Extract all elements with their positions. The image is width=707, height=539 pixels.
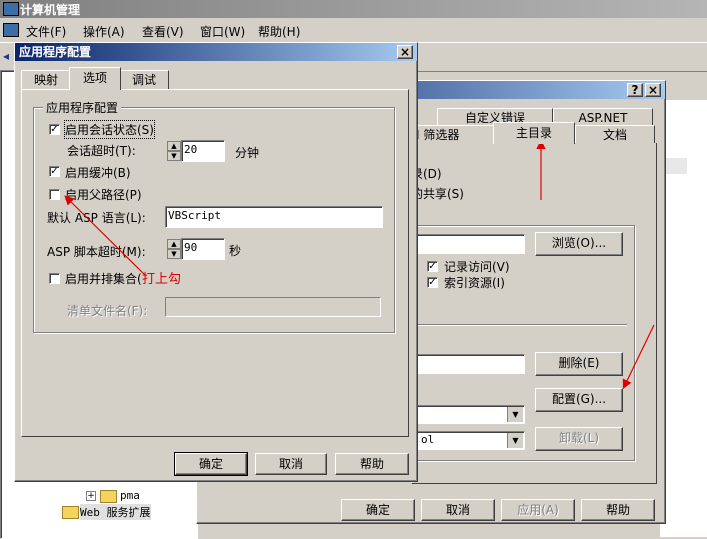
default-lang-label: 默认 ASP 语言(L):	[47, 211, 146, 225]
script-timeout-down[interactable]: ▼	[167, 249, 181, 259]
log-access-label: 记录访问(V)	[444, 260, 510, 274]
browse-button[interactable]: 浏览(O)...	[535, 232, 623, 256]
app-titlebar: 计算机管理	[0, 0, 707, 18]
app-config-dialog: 应用程序配置 × 映射 选项 调试 应用程序配置 ✓ 启用会话状态(S) 会话超…	[14, 42, 418, 482]
tab-isapi-filters[interactable]: I 筛选器	[411, 125, 503, 143]
execute-permissions-combo[interactable]: ▼	[411, 405, 525, 424]
tree-expand-icon[interactable]: +	[86, 491, 96, 501]
app-title: 计算机管理	[20, 3, 81, 17]
enable-parent-paths-label: 启用父路径(P)	[65, 188, 142, 202]
tab-mappings[interactable]: 映射	[21, 70, 71, 89]
properties-help-bottom-button[interactable]: 帮助	[581, 499, 655, 521]
manifest-input[interactable]	[165, 297, 381, 317]
tab-documents[interactable]: 文档	[575, 125, 655, 143]
app-config-title: 应用程序配置	[19, 45, 92, 59]
app-menu-icon[interactable]	[3, 23, 19, 37]
log-access-checkbox[interactable]: ✓	[427, 261, 438, 272]
folder-icon	[62, 506, 79, 519]
enable-session-label: 启用会话状态(S)	[64, 120, 155, 139]
chevron-down-icon[interactable]: ▼	[507, 407, 523, 422]
menu-window[interactable]: 窗口(W)	[200, 23, 245, 40]
folder-icon	[100, 490, 117, 503]
session-timeout-input[interactable]: 20	[181, 140, 225, 162]
enable-buffer-checkbox[interactable]: ✓	[49, 166, 60, 177]
script-timeout-unit: 秒	[229, 244, 242, 258]
app-config-titlebar: 应用程序配置	[15, 43, 417, 61]
script-timeout-up[interactable]: ▲	[167, 239, 181, 249]
session-timeout-label: 会话超时(T):	[67, 144, 136, 158]
enable-parent-paths-checkbox[interactable]	[49, 189, 60, 200]
annotation-note: 打上勾	[142, 272, 182, 287]
index-resources-label: 索引资源(I)	[444, 276, 505, 290]
unload-button[interactable]: 卸载(L)	[535, 427, 623, 451]
session-timeout-down[interactable]: ▼	[167, 151, 181, 161]
tab-home-directory[interactable]: 主目录	[493, 122, 575, 144]
back-arrow-icon[interactable]: ◂	[3, 49, 9, 63]
script-timeout-input[interactable]: 90	[181, 238, 225, 260]
menu-help[interactable]: 帮助(H)	[258, 23, 300, 40]
remove-button[interactable]: 删除(E)	[535, 352, 623, 376]
menu-bar: 文件(F) 操作(A) 查看(V) 窗口(W) 帮助(H)	[0, 19, 707, 41]
partial-text-share: 的共享(S)	[411, 187, 464, 201]
app-pool-combo[interactable]: ol ▼	[411, 431, 525, 450]
menu-view[interactable]: 查看(V)	[142, 23, 184, 40]
app-config-ok-button[interactable]: 确定	[174, 452, 248, 476]
tab-debugging[interactable]: 调试	[119, 70, 169, 89]
separator	[411, 324, 627, 326]
side-by-side-label: 启用并排集合(	[65, 272, 142, 286]
default-lang-input[interactable]: VBScript	[165, 206, 383, 228]
chevron-down-icon[interactable]: ▼	[507, 433, 523, 448]
details-pane	[660, 100, 707, 537]
properties-cancel-button[interactable]: 取消	[421, 499, 495, 521]
default-lang-value: VBScript	[168, 209, 221, 222]
enable-buffer-label: 启用缓冲(B)	[65, 166, 131, 180]
group-label: 应用程序配置	[43, 99, 122, 116]
configure-button[interactable]: 配置(G)...	[535, 388, 623, 412]
properties-close-button[interactable]: ×	[645, 83, 661, 97]
session-timeout-unit: 分钟	[235, 146, 260, 160]
manifest-label: 清单文件名(F):	[67, 304, 148, 318]
app-pool-value: ol	[421, 433, 435, 446]
tree-item-web-ext[interactable]: Web 服务扩展	[80, 504, 151, 520]
tab-options[interactable]: 选项	[69, 67, 121, 90]
app-name-input[interactable]	[411, 354, 525, 374]
local-path-input[interactable]	[411, 234, 525, 254]
side-by-side-checkbox[interactable]	[49, 273, 60, 284]
index-resources-checkbox[interactable]: ✓	[427, 277, 438, 288]
properties-ok-button[interactable]: 确定	[341, 499, 415, 521]
tree-item-pma[interactable]: pma	[120, 489, 140, 502]
app-config-cancel-button[interactable]: 取消	[255, 453, 327, 475]
session-timeout-up[interactable]: ▲	[167, 141, 181, 151]
properties-help-button[interactable]: ?	[627, 83, 643, 97]
app-config-help-button[interactable]: 帮助	[335, 453, 409, 475]
menu-action[interactable]: 操作(A)	[83, 23, 125, 40]
session-timeout-value: 20	[184, 143, 198, 156]
properties-apply-button[interactable]: 应用(A)	[501, 499, 575, 521]
computer-icon	[3, 2, 19, 16]
enable-session-checkbox[interactable]: ✓	[49, 124, 60, 135]
script-timeout-label: ASP 脚本超时(M):	[47, 245, 146, 259]
menu-file[interactable]: 文件(F)	[26, 23, 66, 40]
app-config-close-button[interactable]: ×	[397, 45, 413, 59]
script-timeout-value: 90	[184, 241, 198, 254]
